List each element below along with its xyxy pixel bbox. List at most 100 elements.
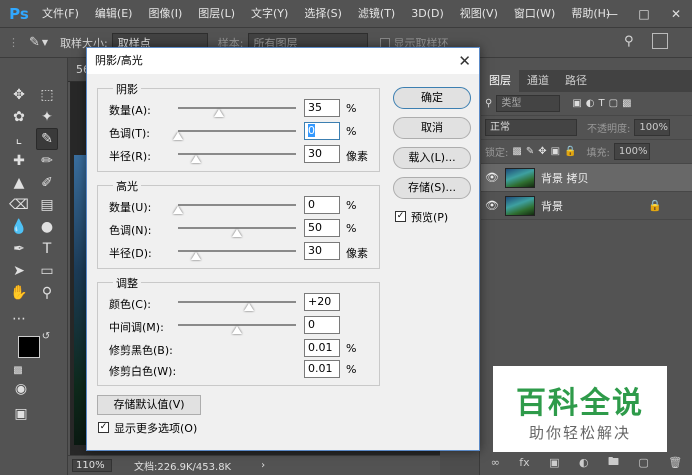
slider-thumb[interactable]: [173, 132, 183, 140]
menu-view[interactable]: 视图(V): [452, 0, 506, 28]
midtone-input[interactable]: 0: [304, 316, 340, 334]
tab-paths[interactable]: 路径: [557, 70, 595, 92]
screen-mode-icon[interactable]: ▣: [10, 403, 32, 425]
layer-name[interactable]: 背景: [541, 198, 563, 214]
eyedropper-preset-icon[interactable]: ✎: [29, 35, 40, 50]
more-tools-icon[interactable]: ⋯: [8, 308, 30, 330]
shadows-amount-input[interactable]: 35: [304, 99, 340, 117]
foreground-color-swatch[interactable]: [18, 336, 40, 358]
dodge-tool-icon[interactable]: ●: [36, 216, 58, 238]
magic-wand-tool-icon[interactable]: ✦: [36, 106, 58, 128]
highlights-amount-slider[interactable]: [178, 204, 296, 206]
preview-checkbox[interactable]: ✓: [395, 211, 406, 222]
lock-position-icon[interactable]: ✥: [538, 146, 546, 157]
type-filter-icon[interactable]: T: [599, 98, 605, 109]
default-colors-icon[interactable]: ▩: [12, 364, 24, 376]
type-tool-icon[interactable]: T: [36, 238, 58, 260]
save-default-button[interactable]: 存储默认值(V): [97, 395, 201, 415]
layer-row[interactable]: 👁 背景 🔒: [481, 192, 692, 220]
menu-type[interactable]: 文字(Y): [243, 0, 296, 28]
lock-pixels-icon[interactable]: ✎: [526, 146, 534, 157]
layer-name[interactable]: 背景 拷贝: [541, 170, 589, 186]
hand-tool-icon[interactable]: ✋: [8, 282, 30, 304]
shadows-amount-slider[interactable]: [178, 107, 296, 109]
new-layer-icon[interactable]: ▢: [638, 456, 648, 469]
blend-mode-select[interactable]: 正常: [485, 119, 577, 136]
kind-filter-select[interactable]: 类型: [496, 95, 561, 112]
slider-thumb[interactable]: [214, 109, 225, 117]
slider-thumb[interactable]: [232, 229, 242, 237]
slider-thumb[interactable]: [173, 206, 183, 214]
clip-black-input[interactable]: 0.01: [304, 339, 340, 357]
link-layers-icon[interactable]: ∞: [491, 456, 500, 469]
minimize-icon[interactable]: —: [596, 0, 628, 28]
rectangle-tool-icon[interactable]: ▭: [36, 260, 58, 282]
healing-brush-tool-icon[interactable]: ✚: [8, 150, 30, 172]
menu-select[interactable]: 选择(S): [296, 0, 350, 28]
lasso-tool-icon[interactable]: ✿: [8, 106, 30, 128]
menu-3d[interactable]: 3D(D): [403, 0, 452, 28]
slider-thumb[interactable]: [243, 303, 254, 311]
swap-colors-icon[interactable]: ↺: [40, 330, 52, 342]
pen-tool-icon[interactable]: ✒: [8, 238, 30, 260]
history-brush-tool-icon[interactable]: ✐: [36, 172, 58, 194]
lock-artboard-icon[interactable]: ▣: [551, 146, 560, 157]
highlights-tone-input[interactable]: 50: [304, 219, 340, 237]
gradient-tool-icon[interactable]: ▤: [36, 194, 58, 216]
slider-thumb[interactable]: [190, 155, 201, 163]
close-icon[interactable]: ✕: [458, 48, 471, 74]
menu-layer[interactable]: 图层(L): [190, 0, 243, 28]
lock-all-icon[interactable]: 🔒: [564, 146, 576, 157]
lock-transparent-icon[interactable]: ▩: [512, 146, 521, 157]
eyedropper-tool-icon[interactable]: ✎: [36, 128, 58, 150]
color-input[interactable]: +20: [304, 293, 340, 311]
save-button[interactable]: 存储(S)...: [393, 177, 471, 199]
zoom-tool-icon[interactable]: ⚲: [36, 282, 58, 304]
shadows-tone-slider[interactable]: [178, 130, 296, 132]
highlights-radius-input[interactable]: 30: [304, 242, 340, 260]
marquee-tool-icon[interactable]: ⬚: [36, 84, 58, 106]
quick-mask-icon[interactable]: ◉: [10, 378, 32, 400]
tab-layers[interactable]: 图层: [481, 70, 519, 92]
show-ring-checkbox[interactable]: [379, 37, 390, 48]
fx-icon[interactable]: fx: [519, 456, 529, 469]
path-selection-tool-icon[interactable]: ➤: [8, 260, 30, 282]
menu-edit[interactable]: 编辑(E): [87, 0, 141, 28]
slider-thumb[interactable]: [232, 326, 242, 334]
show-more-checkbox[interactable]: ✓: [98, 422, 109, 433]
adjustment-filter-icon[interactable]: ◐: [586, 98, 595, 109]
shape-filter-icon[interactable]: ▢: [609, 98, 618, 109]
eraser-tool-icon[interactable]: ⌫: [8, 194, 30, 216]
new-group-icon[interactable]: 🖿: [608, 453, 619, 472]
adjustment-layer-icon[interactable]: ◐: [579, 456, 589, 469]
shadows-radius-input[interactable]: 30: [304, 145, 340, 163]
ok-button[interactable]: 确定: [393, 87, 471, 109]
menu-window[interactable]: 窗口(W): [506, 0, 563, 28]
move-tool-icon[interactable]: ✥: [8, 84, 30, 106]
visibility-eye-icon[interactable]: 👁: [485, 171, 499, 184]
visibility-eye-icon[interactable]: 👁: [485, 199, 499, 212]
blur-tool-icon[interactable]: 💧: [8, 216, 30, 238]
load-button[interactable]: 载入(L)...: [393, 147, 471, 169]
tab-channels[interactable]: 通道: [519, 70, 557, 92]
menu-image[interactable]: 图像(I): [140, 0, 190, 28]
smart-object-filter-icon[interactable]: ▩: [622, 98, 631, 109]
chevron-down-icon[interactable]: ▼: [42, 38, 48, 47]
opacity-input[interactable]: 100%: [634, 119, 671, 136]
menu-file[interactable]: 文件(F): [34, 0, 87, 28]
shadows-tone-input[interactable]: 0: [304, 122, 340, 140]
close-window-icon[interactable]: ✕: [660, 0, 692, 28]
fill-input[interactable]: 100%: [613, 143, 650, 160]
add-mask-icon[interactable]: ▣: [549, 456, 559, 469]
maximize-icon[interactable]: □: [628, 0, 660, 28]
cancel-button[interactable]: 取消: [393, 117, 471, 139]
highlights-amount-input[interactable]: 0: [304, 196, 340, 214]
image-filter-icon[interactable]: ▣: [572, 98, 581, 109]
layer-row[interactable]: 👁 背景 拷贝: [481, 164, 692, 192]
slider-thumb[interactable]: [190, 252, 201, 260]
brush-tool-icon[interactable]: ✏: [36, 150, 58, 172]
trash-icon[interactable]: 🗑: [668, 456, 682, 469]
search-icon[interactable]: ⚲: [624, 34, 634, 49]
crop-tool-icon[interactable]: ⌞: [8, 128, 30, 150]
menu-filter[interactable]: 滤镜(T): [350, 0, 403, 28]
